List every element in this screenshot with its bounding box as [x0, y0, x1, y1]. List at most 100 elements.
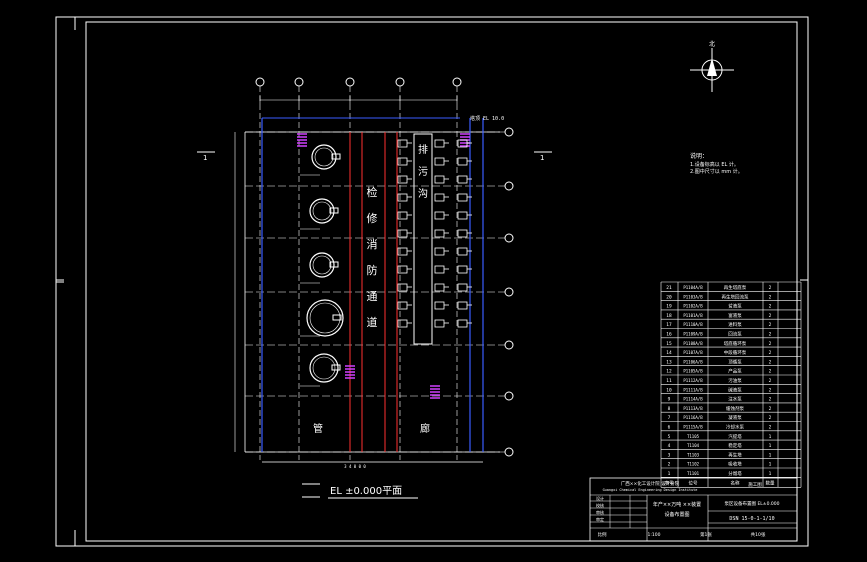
eq-row-no-14: 14	[666, 350, 672, 356]
sewage-trench-char-3: 沟	[418, 187, 428, 200]
title-footer-4: 共10张	[751, 531, 766, 538]
eq-row-no-8: 8	[668, 406, 671, 412]
eq-row-no-12: 12	[666, 369, 672, 375]
eq-row-name-16: 回流泵	[728, 331, 742, 338]
layout-drawing: 北 3 4 0 0 0 排污沟 检修消防通道管 廊 EL ±0.000平面 塔顶 EL…	[55, 16, 809, 547]
eq-row-name-6: 冷却水泵	[726, 424, 744, 431]
eq-row-tag-19: P1102A/B	[683, 304, 703, 309]
eq-row-qty-6: 2	[769, 425, 772, 431]
axis-bubbles-right	[245, 127, 514, 457]
eq-header-qty: 数量	[766, 479, 775, 486]
maintenance-channel-char-1: 检	[367, 185, 378, 199]
pump-6-1	[434, 247, 449, 256]
eq-row-qty-2: 1	[769, 462, 772, 468]
eq-row-name-7: 凝液泵	[728, 414, 742, 421]
title-footer-3: 第1张	[700, 531, 712, 538]
title-role-1: 设计	[596, 495, 604, 501]
maintenance-channel-char-3: 消	[367, 237, 378, 251]
eq-row-tag-8: P1113A/B	[683, 406, 703, 411]
eq-row-tag-13: P1106A/B	[683, 359, 703, 364]
eq-row-name-15: 塔底循环泵	[724, 340, 747, 347]
eq-row-tag-4: T1104	[687, 443, 700, 448]
eq-row-no-9: 9	[668, 397, 671, 403]
eq-row-name-10: 碱液泵	[728, 386, 742, 393]
magenta-block-1	[297, 133, 307, 147]
title-role-4: 审定	[596, 516, 604, 522]
eq-row-qty-7: 2	[769, 415, 772, 421]
eq-row-qty-11: 2	[769, 378, 772, 384]
eq-row-tag-15: P1108A/B	[683, 341, 703, 346]
eq-row-name-12: 产品泵	[728, 368, 742, 375]
title-role-2: 校核	[596, 502, 604, 508]
equipment-table: 21 P1104A/B 再生塔底泵 220 P1103A/B 再生塔回流泵 219 P1102…	[660, 281, 802, 488]
tower-inner-4	[309, 302, 341, 334]
tower-inner-1	[314, 147, 334, 167]
section-marker-right: 1	[540, 154, 544, 162]
title-role-3: 审核	[596, 509, 604, 515]
eq-row-qty-14: 2	[769, 350, 772, 356]
eq-row-tag-11: P1112A/B	[683, 378, 703, 383]
eq-row-qty-13: 2	[769, 359, 772, 365]
section-marker-left: 1	[203, 154, 207, 162]
title-company-en: Guangxi Chemical Engineering Design Inst…	[603, 488, 698, 492]
tower-nozzle-5	[331, 364, 341, 371]
eq-row-no-13: 13	[666, 359, 672, 365]
title-footer-2: 1:100	[648, 532, 661, 538]
eq-row-no-2: 2	[668, 462, 671, 468]
maintenance-channel-char-6: 道	[367, 315, 378, 329]
axis-bubble-row-3	[504, 233, 514, 243]
eq-row-no-21: 21	[666, 285, 672, 291]
eq-row-qty-15: 2	[769, 341, 772, 347]
axis-bubble-4	[395, 77, 405, 87]
maintenance-channel-char-2: 修	[367, 211, 378, 225]
eq-row-qty-20: 2	[769, 294, 772, 300]
title-project: 年产××万吨 ××装置	[653, 501, 701, 508]
eq-row-name-18: 富液泵	[728, 312, 742, 319]
pump-8-1	[434, 283, 449, 292]
eq-row-tag-5: T1105	[687, 434, 700, 439]
eq-row-no-19: 19	[666, 304, 672, 310]
title-stage: 施工图	[748, 481, 762, 488]
north-arrow-icon: 北	[690, 40, 734, 92]
title-sheet: 泵区设备布置图 EL±0.000	[725, 500, 780, 507]
pump-0-1	[434, 139, 449, 148]
eq-row-no-10: 10	[666, 387, 672, 393]
pump-7-1	[434, 265, 449, 274]
eq-row-tag-21: P1104A/B	[683, 285, 703, 290]
axis-bubble-row-6	[504, 391, 514, 401]
eq-row-name-14: 中段循环泵	[724, 349, 747, 356]
eq-row-qty-19: 2	[769, 304, 772, 310]
sewage-trench-char-2: 污	[418, 166, 428, 178]
title-drawing-no: DSN 15-0-1-1/10	[729, 516, 774, 522]
eq-row-name-21: 再生塔底泵	[724, 284, 747, 291]
eq-row-qty-18: 2	[769, 313, 772, 319]
pump-3-1	[434, 193, 449, 202]
eq-row-no-6: 6	[668, 425, 671, 431]
eq-row-qty-3: 1	[769, 452, 772, 458]
north-label: 北	[709, 40, 715, 48]
eq-row-no-15: 15	[666, 341, 672, 347]
cad-drawing-canvas: 北 3 4 0 0 0 排污沟 检修消防通道管 廊 EL ±0.000平面 塔顶 EL…	[0, 0, 867, 562]
eq-row-name-20: 再生塔回流泵	[722, 293, 749, 300]
eq-row-tag-1: T1101	[687, 471, 700, 476]
eq-row-tag-12: P1105A/B	[683, 369, 703, 374]
notes-title: 说明：	[690, 152, 708, 160]
eq-row-name-1: 分馏塔	[728, 470, 742, 477]
title-company: 广西××化工设计院 设计分院	[621, 480, 680, 487]
tower-inner-3	[312, 255, 332, 275]
eq-row-name-3: 再生塔	[728, 451, 742, 458]
pump-2-1	[434, 175, 449, 184]
eq-row-name-2: 吸收塔	[728, 461, 742, 468]
dimension-bottom: 3 4 0 0 0	[344, 464, 366, 469]
eq-row-tag-16: P1109A/B	[683, 332, 703, 337]
tower-5	[309, 353, 339, 383]
eq-row-qty-21: 2	[769, 285, 772, 291]
pump-9-1	[434, 301, 449, 310]
axis-bubble-row-4	[504, 287, 514, 297]
eq-row-name-8: 缓蚀剂泵	[726, 405, 744, 412]
title-drawing-name: 设备布置图	[664, 511, 689, 518]
pipe-gallery-char-2: 廊	[420, 422, 430, 435]
eq-row-no-4: 4	[668, 443, 671, 449]
eq-row-no-17: 17	[666, 322, 672, 328]
tower-4	[306, 299, 344, 337]
